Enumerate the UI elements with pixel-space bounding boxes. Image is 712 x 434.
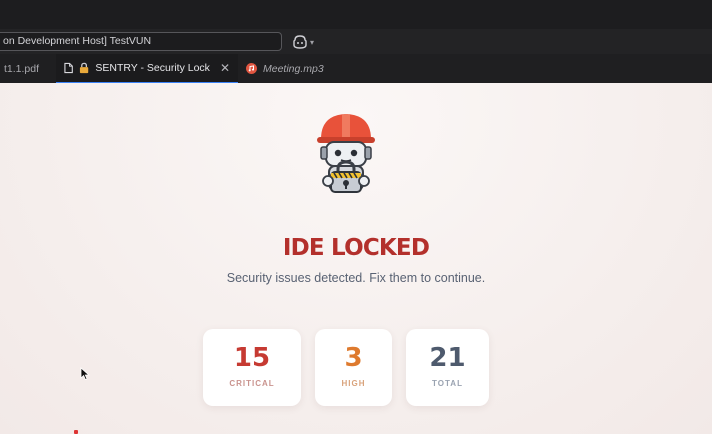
stat-label: HIGH [341, 379, 366, 388]
chevron-down-icon: ▾ [310, 37, 315, 47]
audio-file-icon [246, 63, 257, 74]
window-titlebar [0, 0, 712, 29]
security-lock-panel: IDE LOCKED Security issues detected. Fix… [0, 83, 712, 434]
tab-meeting-audio[interactable]: Meeting.mp3 [238, 54, 332, 83]
tab-pdf[interactable]: t1.1.pdf [0, 54, 47, 83]
lock-icon [80, 62, 89, 74]
stat-label: TOTAL [432, 379, 463, 388]
robot-mascot-icon [317, 114, 375, 193]
page-title: IDE LOCKED [282, 235, 430, 261]
stat-value: 15 [233, 343, 271, 373]
tab-label: Meeting.mp3 [263, 62, 324, 75]
tab-sentry-security-lock[interactable]: SENTRY - Security Lock ✕ [56, 54, 238, 83]
tab-label: SENTRY - Security Lock [95, 62, 210, 74]
copilot-menu-button[interactable]: ▾ [292, 33, 322, 51]
page-subtitle: Security issues detected. Fix them to co… [226, 271, 486, 285]
stat-card-critical: 15 CRITICAL [203, 329, 301, 406]
stat-card-high: 3 HIGH [315, 329, 392, 406]
stat-card-total: 21 TOTAL [406, 329, 489, 406]
command-center-input[interactable]: on Development Host] TestVUN [0, 32, 282, 51]
mouse-pointer-icon [80, 367, 90, 381]
copilot-icon [293, 35, 307, 49]
tab-label: t1.1.pdf [4, 62, 40, 75]
stat-value: 21 [429, 343, 466, 373]
red-marker [74, 430, 78, 434]
command-center-row: on Development Host] TestVUN ▾ [0, 29, 712, 54]
editor-tab-bar: t1.1.pdf SENTRY - Security Lock ✕ Meetin… [0, 54, 712, 83]
stat-label: CRITICAL [229, 379, 275, 388]
close-icon[interactable]: ✕ [220, 61, 230, 75]
file-icon [64, 62, 73, 74]
stat-value: 3 [344, 343, 363, 373]
